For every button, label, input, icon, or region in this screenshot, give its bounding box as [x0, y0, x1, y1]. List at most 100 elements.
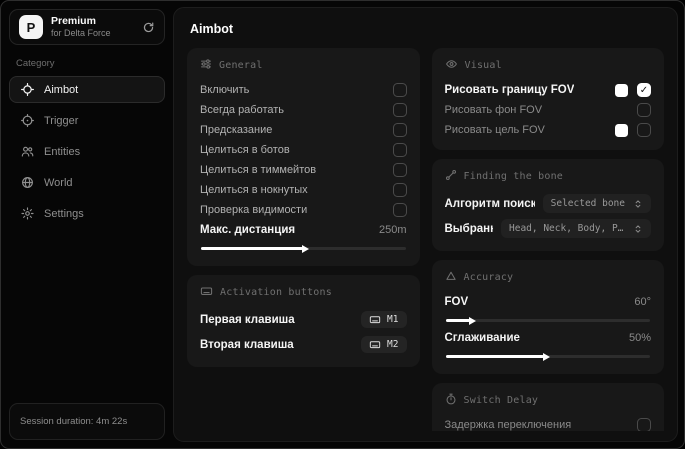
main-panel: Aimbot General Включить Всегда работать … — [173, 7, 678, 442]
sidebar-item-entities[interactable]: Entities — [9, 138, 165, 165]
crosshair-icon — [21, 83, 34, 96]
gear-icon — [21, 207, 34, 220]
visual-row: Рисовать фон FOV — [445, 100, 651, 120]
sidebar-item-settings[interactable]: Settings — [9, 200, 165, 227]
keybind-value: M1 — [387, 314, 399, 325]
refresh-icon[interactable] — [142, 21, 155, 34]
left-column: General Включить Всегда работать Предска… — [187, 48, 420, 431]
sidebar-item-trigger[interactable]: Trigger — [9, 107, 165, 134]
activation-header: Activation buttons — [200, 285, 407, 300]
checkbox[interactable] — [392, 123, 407, 137]
checkbox[interactable] — [392, 83, 407, 97]
right-column: Visual Рисовать границу FOV Рисовать фон… — [431, 48, 664, 431]
slider-fill — [201, 247, 304, 250]
slider-value: 60° — [634, 296, 651, 308]
tune-icon — [200, 58, 212, 73]
globe-icon — [21, 176, 34, 189]
general-header: General — [200, 58, 407, 73]
brand-text: Premium for Delta Force — [51, 15, 111, 39]
bone-header: Finding the bone — [445, 169, 652, 184]
sidebar-item-label: Settings — [44, 207, 84, 220]
sidebar-item-world[interactable]: World — [9, 169, 165, 196]
activation-card: Activation buttons Первая клавиша M1 Вто… — [187, 275, 420, 367]
checkbox[interactable] — [392, 103, 407, 117]
color-swatch[interactable] — [615, 123, 628, 137]
keybind-button-m1[interactable]: M1 — [361, 311, 407, 328]
entities-icon — [21, 145, 34, 158]
session-duration-text: Session duration: 4m 22s — [20, 416, 128, 427]
checkbox[interactable] — [392, 183, 407, 197]
row-label: Рисовать границу FOV — [444, 84, 575, 96]
sidebar-item-label: World — [44, 176, 73, 189]
keybind-button-m2[interactable]: M2 — [361, 336, 407, 353]
row-label: FOV — [444, 296, 469, 308]
row-label: Рисовать цель FOV — [444, 124, 545, 136]
row-label: Проверка видимости — [200, 204, 308, 216]
checkbox[interactable] — [637, 123, 651, 137]
checkbox[interactable] — [392, 143, 407, 157]
checkbox[interactable] — [392, 163, 407, 177]
checkbox-row: Проверка видимости — [200, 200, 407, 220]
delta-icon — [445, 270, 457, 285]
visual-card: Visual Рисовать границу FOV Рисовать фон… — [431, 48, 664, 150]
checkbox[interactable] — [392, 203, 407, 217]
checkbox[interactable] — [637, 103, 651, 117]
smoothing-slider[interactable] — [445, 355, 650, 358]
checkbox-row: Задержка переключения — [444, 415, 651, 431]
sidebar-nav: Aimbot Trigger Entities World Settings — [9, 76, 165, 227]
row-label: Целиться в нокнутых — [200, 184, 308, 196]
checkbox[interactable] — [637, 418, 651, 431]
unfold-icon — [635, 199, 641, 208]
eye-icon — [445, 58, 458, 73]
selected-bones-dropdown[interactable]: Head, Neck, Body, Pe... — [501, 219, 651, 238]
slider-label-row: FOV 60° — [445, 292, 652, 312]
sidebar-item-label: Aimbot — [44, 83, 79, 96]
dropdown-row: Выбранные кос Head, Neck, Body, Pe... — [444, 216, 651, 241]
dropdown-value: Head, Neck, Body, Pe... — [509, 223, 625, 234]
brand-card: P Premium for Delta Force — [9, 9, 165, 45]
color-swatch[interactable] — [615, 83, 628, 97]
smoothing-slider-group: Сглаживание 50% — [445, 328, 652, 358]
keyboard-icon — [200, 285, 213, 300]
row-controls — [615, 123, 651, 137]
switch-delay-card: Switch Delay Задержка переключения Задер… — [431, 383, 664, 431]
keybind-row: Первая клавиша M1 — [200, 307, 407, 332]
switch-delay-header: Switch Delay — [445, 393, 652, 408]
accuracy-header: Accuracy — [445, 270, 652, 285]
visual-header: Visual — [445, 58, 652, 73]
checkbox-row: Целиться в нокнутых — [200, 180, 407, 200]
slider-label-row: Сглаживание 50% — [445, 328, 652, 348]
row-controls — [615, 83, 651, 97]
row-label: Первая клавиша — [200, 313, 295, 326]
session-duration-card: Session duration: 4m 22s — [9, 403, 165, 440]
sidebar-item-label: Trigger — [44, 114, 79, 127]
bone-algorithm-dropdown[interactable]: Selected bone — [542, 194, 651, 213]
bone-icon — [445, 169, 457, 184]
stopwatch-icon — [445, 393, 457, 408]
checkbox-row: Целиться в ботов — [200, 140, 407, 160]
checkbox-row: Включить — [200, 80, 407, 100]
row-label: Всегда работать — [200, 104, 285, 116]
fov-slider[interactable] — [445, 319, 650, 322]
brand-logo: P — [19, 15, 43, 39]
keybind-value: M2 — [387, 339, 399, 350]
row-controls — [637, 103, 651, 117]
row-label: Целиться в тиммейтов — [200, 164, 317, 176]
max-distance-slider[interactable] — [201, 247, 406, 250]
slider-fill — [445, 319, 471, 322]
slider-fill — [445, 355, 544, 358]
row-label: Алгоритм поиска кост — [444, 197, 535, 210]
app-window: P Premium for Delta Force Category Aimbo… — [0, 0, 685, 449]
slider-value: 50% — [628, 332, 651, 344]
row-label: Целиться в ботов — [200, 144, 290, 156]
max-distance-group: Макс. дистанция 250m — [200, 220, 407, 250]
row-label: Выбранные кос — [444, 222, 494, 235]
row-label: Сглаживание — [444, 332, 520, 344]
visual-row: Рисовать цель FOV — [444, 120, 651, 140]
sidebar-item-aimbot[interactable]: Aimbot — [9, 76, 165, 103]
row-label: Вторая клавиша — [200, 338, 294, 351]
dropdown-value: Selected bone — [550, 198, 625, 209]
row-label: Задержка переключения — [444, 419, 572, 431]
checkbox[interactable] — [637, 83, 651, 97]
general-card: General Включить Всегда работать Предска… — [187, 48, 420, 266]
